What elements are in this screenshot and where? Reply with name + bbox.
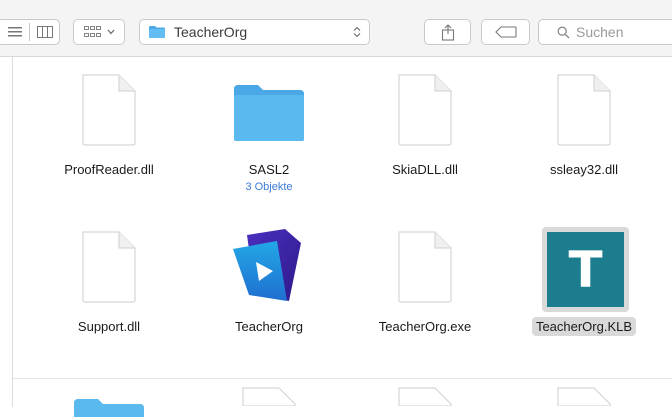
app-name: TeacherOrg [235, 319, 303, 334]
selected-icon-frame: T [542, 227, 629, 312]
folder-icon [149, 26, 165, 38]
klb-icon-letter: T [568, 240, 603, 299]
document-icon [557, 74, 611, 146]
list-view-icon [8, 27, 22, 37]
share-button[interactable] [424, 19, 471, 45]
selected-file-name: TeacherOrg.KLB [531, 317, 637, 336]
finder-toolbar: TeacherOrg Suchen [0, 0, 672, 57]
document-icon [398, 231, 452, 303]
arrange-button[interactable] [73, 19, 125, 45]
file-item[interactable]: TeacherOrg.exe [345, 214, 505, 364]
column-view-icon [37, 26, 53, 38]
document-icon [82, 231, 136, 303]
document-icon [242, 387, 296, 406]
folder-icon [234, 85, 304, 141]
folder-item[interactable]: SASL2 3 Objekte [189, 57, 349, 207]
file-item-partial[interactable] [189, 370, 349, 407]
file-item[interactable]: Support.dll [29, 214, 189, 364]
app-item[interactable]: TeacherOrg [189, 214, 349, 364]
file-item[interactable]: SkiaDLL.dll [345, 57, 505, 207]
file-name: TeacherOrg.exe [378, 319, 472, 334]
document-icon [82, 74, 136, 146]
search-field[interactable]: Suchen [538, 19, 672, 45]
search-icon [557, 26, 570, 38]
folder-item-count: 3 Objekte [245, 181, 293, 193]
list-view-button[interactable] [1, 20, 29, 44]
path-popup[interactable]: TeacherOrg [139, 19, 370, 45]
file-name: Support.dll [77, 319, 141, 334]
column-view-button[interactable] [30, 20, 60, 44]
file-name: ProofReader.dll [64, 162, 154, 177]
group-icon [83, 26, 101, 37]
chevron-down-icon [107, 29, 114, 35]
app-icon [233, 229, 301, 301]
file-name: ssleay32.dll [550, 162, 618, 177]
file-name: TeacherOrg.KLB [504, 317, 664, 336]
file-item-selected[interactable]: T TeacherOrg.KLB [504, 214, 664, 364]
search-placeholder: Suchen [576, 24, 624, 40]
document-icon [557, 387, 611, 406]
document-icon [398, 387, 452, 406]
folder-item-partial[interactable] [29, 370, 189, 417]
folder-name: SASL2 [248, 162, 290, 177]
file-item[interactable]: ssleay32.dll [504, 57, 664, 207]
file-item[interactable]: ProofReader.dll [29, 57, 189, 207]
path-label: TeacherOrg [174, 24, 248, 40]
bottom-divider [13, 378, 672, 379]
file-item-partial[interactable] [345, 370, 505, 407]
view-mode-control [0, 19, 60, 45]
sidebar-edge [0, 57, 13, 407]
document-icon [398, 74, 452, 146]
file-item-partial[interactable] [504, 370, 664, 407]
folder-icon [74, 399, 144, 417]
tag-icon [494, 26, 517, 38]
popup-arrows-icon [353, 26, 361, 38]
file-name: SkiaDLL.dll [392, 162, 458, 177]
tag-button[interactable] [481, 19, 530, 45]
klb-icon: T [547, 232, 624, 307]
share-icon [441, 23, 454, 41]
